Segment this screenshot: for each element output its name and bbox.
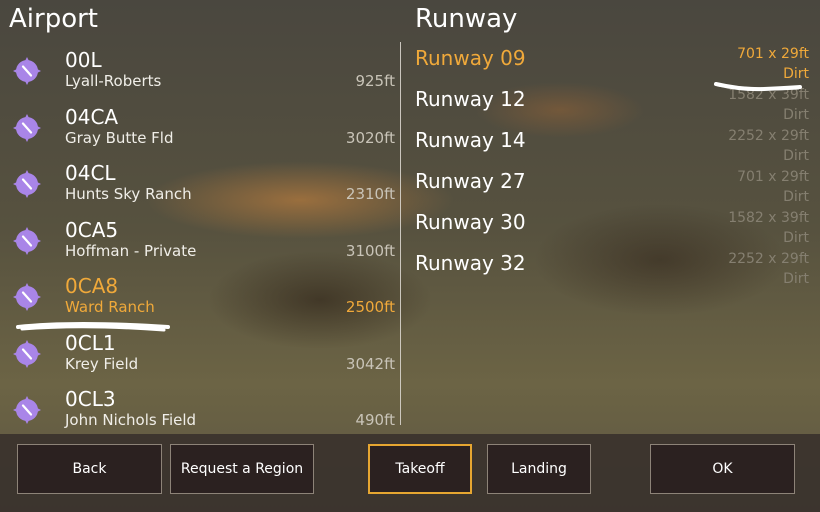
runway-dimensions: 2252 x 29ft [728, 128, 809, 144]
runway-dimensions: 1582 x 39ft [728, 210, 809, 226]
airport-marker-icon [12, 339, 42, 369]
takeoff-button[interactable]: Takeoff [368, 444, 472, 494]
airport-name: Gray Butte Fld [65, 128, 174, 147]
landing-button[interactable]: Landing [487, 444, 591, 494]
back-button[interactable]: Back [17, 444, 162, 494]
airport-name: Ward Ranch [65, 298, 155, 316]
airport-marker-icon [12, 395, 42, 425]
runway-name: Runway 30 [415, 210, 526, 234]
runway-surface: Dirt [783, 189, 809, 205]
runway-dimensions: 1582 x 39ft [728, 87, 809, 103]
airport-name: John Nichols Field [65, 411, 197, 429]
airport-runway-length: 925ft [355, 72, 395, 90]
runway-dimensions: 701 x 29ft [737, 169, 809, 185]
runway-pane-title: Runway [415, 4, 518, 34]
runway-name: Runway 12 [415, 87, 526, 111]
ok-button[interactable]: OK [650, 444, 795, 494]
runway-spec: 701 x 29ft Dirt [689, 167, 809, 208]
runway-spec: 2252 x 29ft Dirt [689, 249, 809, 290]
runway-specs-column: 701 x 29ft Dirt 1582 x 39ft Dirt 2252 x 29ft… [689, 44, 809, 290]
airport-runway-length: 2310ft [345, 185, 395, 203]
runway-surface: Dirt [783, 148, 809, 164]
bottom-toolbar: Back Request a Region Takeoff Landing OK [0, 434, 820, 512]
airport-code: 0CA8 [65, 274, 119, 298]
airport-row[interactable]: 00L Lyall-Roberts 925ft [0, 44, 400, 101]
airport-row[interactable]: 0CL3 John Nichols Field 490ft [0, 383, 400, 440]
runway-dimensions: 701 x 29ft [737, 46, 809, 62]
airport-marker-icon [12, 282, 42, 312]
airport-runway-length: 3100ft [345, 241, 395, 260]
airport-code: 0CL3 [65, 387, 116, 411]
airport-code: 0CL1 [65, 330, 116, 355]
airport-list: 00L Lyall-Roberts 925ft 04CA Gray Butte Fld 3… [0, 44, 400, 440]
runway-name: Runway 14 [415, 128, 526, 152]
pane-divider [400, 42, 401, 425]
runway-spec: 701 x 29ft Dirt [689, 44, 809, 85]
runway-name: Runway 09 [415, 46, 526, 70]
airport-row[interactable]: 04CL Hunts Sky Ranch 2310ft [0, 157, 400, 214]
runway-surface: Dirt [783, 66, 809, 82]
airport-marker-icon [12, 56, 42, 86]
airport-pane-title: Airport [9, 4, 98, 34]
runway-surface: Dirt [783, 230, 809, 246]
airport-code: 00L [65, 48, 102, 72]
airport-runway-length: 490ft [355, 411, 395, 429]
airport-marker-icon [12, 113, 42, 143]
runway-spec: 1582 x 39ft Dirt [689, 85, 809, 126]
airport-runway-length: 3042ft [345, 354, 395, 373]
airport-name: Lyall-Roberts [65, 72, 162, 90]
airport-marker-icon [12, 226, 42, 256]
airport-name: Hoffman - Private [65, 241, 197, 260]
airport-name: Hunts Sky Ranch [65, 185, 192, 203]
airport-code: 04CL [65, 161, 116, 185]
request-region-button[interactable]: Request a Region [170, 444, 314, 494]
airport-code: 04CA [65, 104, 119, 129]
airport-name: Krey Field [65, 354, 139, 373]
runway-surface: Dirt [783, 107, 809, 123]
runway-surface: Dirt [783, 271, 809, 287]
airport-marker-icon [12, 169, 42, 199]
airport-row[interactable]: 0CA8 Ward Ranch 2500ft [0, 270, 400, 327]
runway-name: Runway 27 [415, 169, 526, 193]
airport-code: 0CA5 [65, 217, 119, 242]
runway-spec: 2252 x 29ft Dirt [689, 126, 809, 167]
airport-row[interactable]: 04CA Gray Butte Fld 3020ft [0, 101, 400, 158]
airport-runway-length: 3020ft [345, 128, 395, 147]
runway-dimensions: 2252 x 29ft [728, 251, 809, 267]
airport-row[interactable]: 0CA5 Hoffman - Private 3100ft [0, 214, 400, 271]
airport-row[interactable]: 0CL1 Krey Field 3042ft [0, 327, 400, 384]
airport-runway-length: 2500ft [345, 298, 395, 316]
runway-spec: 1582 x 39ft Dirt [689, 208, 809, 249]
runway-name: Runway 32 [415, 251, 526, 275]
